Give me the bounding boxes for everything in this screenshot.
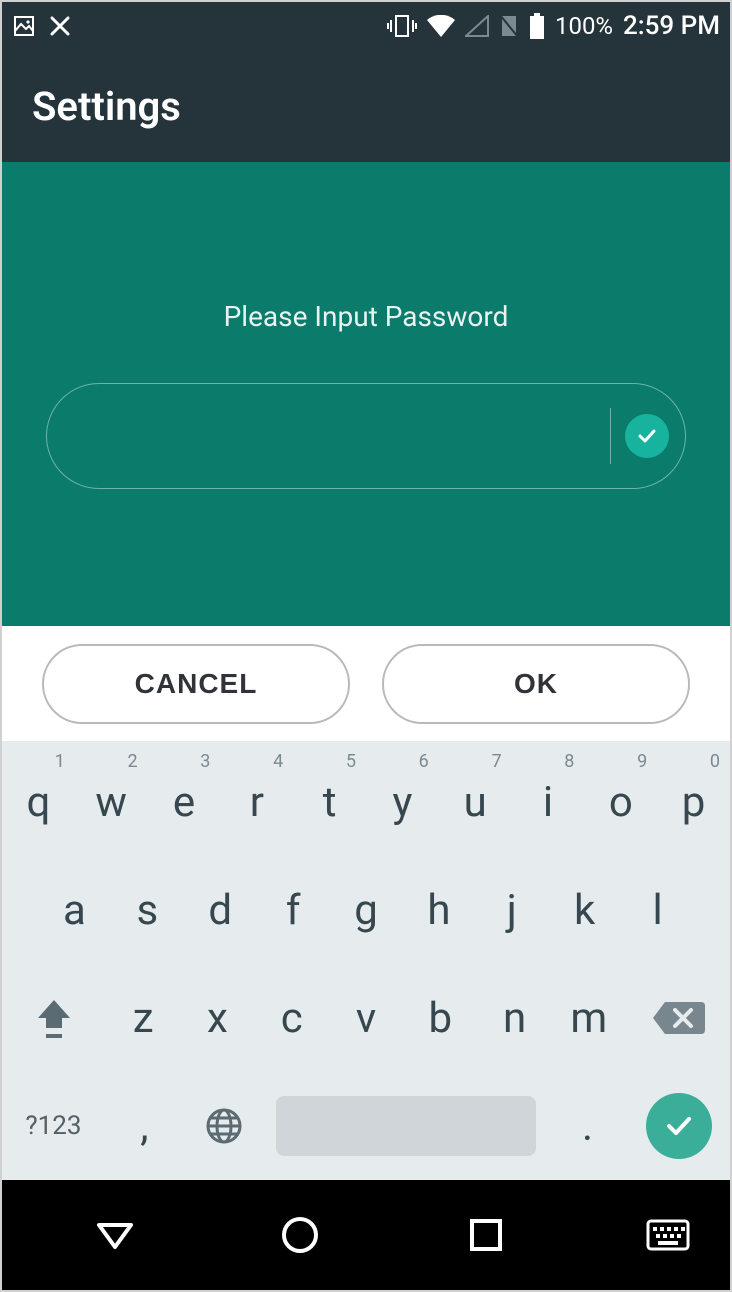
key-m[interactable]: m [552, 965, 626, 1073]
spacebar-icon [276, 1096, 536, 1156]
key-hint: 8 [564, 751, 574, 772]
key-h[interactable]: h [402, 857, 475, 965]
recents-button[interactable] [466, 1215, 506, 1255]
key-z[interactable]: z [106, 965, 180, 1073]
key-hint: 1 [55, 751, 65, 772]
key-hint: 0 [710, 751, 720, 772]
key-l[interactable]: l [621, 857, 694, 965]
key-g[interactable]: g [330, 857, 403, 965]
prompt-label: Please Input Password [224, 300, 509, 333]
page-title: Settings [32, 83, 181, 130]
key-shift[interactable] [2, 965, 106, 1073]
key-hint: 4 [273, 751, 283, 772]
key-t[interactable]: t5 [293, 749, 366, 857]
shift-icon [34, 996, 74, 1040]
key-k[interactable]: k [548, 857, 621, 965]
keyboard-switcher-icon[interactable] [646, 1219, 690, 1251]
key-o[interactable]: o9 [584, 749, 657, 857]
check-icon [636, 425, 658, 447]
clock: 2:59 PM [623, 11, 720, 41]
key-s[interactable]: s [111, 857, 184, 965]
key-language[interactable] [184, 1072, 263, 1180]
battery-icon [529, 13, 545, 39]
vibrate-icon [387, 14, 417, 38]
key-f[interactable]: f [257, 857, 330, 965]
key-y[interactable]: y6 [366, 749, 439, 857]
key-u[interactable]: u7 [439, 749, 512, 857]
confirm-input-button[interactable] [625, 414, 669, 458]
key-v[interactable]: v [329, 965, 403, 1073]
key-c[interactable]: c [255, 965, 329, 1073]
key-hint: 2 [127, 751, 137, 772]
key-comma[interactable]: , [105, 1072, 184, 1180]
soft-keyboard: q1w2e3r4t5y6u7i8o9p0 asdfghjkl zxcvbnm ?… [2, 741, 730, 1180]
key-backspace[interactable] [626, 965, 730, 1073]
content-area: Please Input Password [2, 162, 730, 626]
key-symbols[interactable]: ?123 [2, 1072, 105, 1180]
dialog-buttons: CANCEL OK [2, 626, 730, 741]
key-hint: 5 [346, 751, 356, 772]
battery-percent: 100% [555, 12, 613, 40]
cross-icon [50, 16, 70, 36]
key-space[interactable] [263, 1072, 548, 1180]
ok-button[interactable]: OK [382, 644, 690, 724]
key-p[interactable]: p0 [657, 749, 730, 857]
no-sim-icon [499, 14, 519, 38]
key-hint: 9 [637, 751, 647, 772]
key-hint: 7 [491, 751, 501, 772]
key-q[interactable]: q1 [2, 749, 75, 857]
key-period[interactable]: . [548, 1072, 627, 1180]
key-e[interactable]: e3 [148, 749, 221, 857]
globe-icon [205, 1107, 243, 1145]
image-icon [12, 14, 36, 38]
wifi-icon [427, 15, 455, 37]
navigation-bar [2, 1180, 730, 1290]
check-icon [662, 1109, 696, 1143]
key-hint: 3 [200, 751, 210, 772]
key-r[interactable]: r4 [220, 749, 293, 857]
cancel-button[interactable]: CANCEL [42, 644, 350, 724]
back-button[interactable] [93, 1213, 137, 1257]
password-input[interactable] [77, 406, 596, 466]
key-w[interactable]: w2 [75, 749, 148, 857]
key-a[interactable]: a [38, 857, 111, 965]
key-d[interactable]: d [184, 857, 257, 965]
divider [610, 408, 611, 464]
key-hint: 6 [419, 751, 429, 772]
cell-signal-icon [465, 15, 489, 37]
key-i[interactable]: i8 [512, 749, 585, 857]
app-bar: Settings [2, 50, 730, 162]
key-b[interactable]: b [403, 965, 477, 1073]
home-button[interactable] [278, 1213, 322, 1257]
key-enter[interactable] [627, 1072, 730, 1180]
key-j[interactable]: j [475, 857, 548, 965]
backspace-icon [651, 998, 705, 1038]
key-x[interactable]: x [180, 965, 254, 1073]
password-input-container [46, 383, 686, 489]
status-bar: 100% 2:59 PM [2, 2, 730, 50]
key-n[interactable]: n [477, 965, 551, 1073]
